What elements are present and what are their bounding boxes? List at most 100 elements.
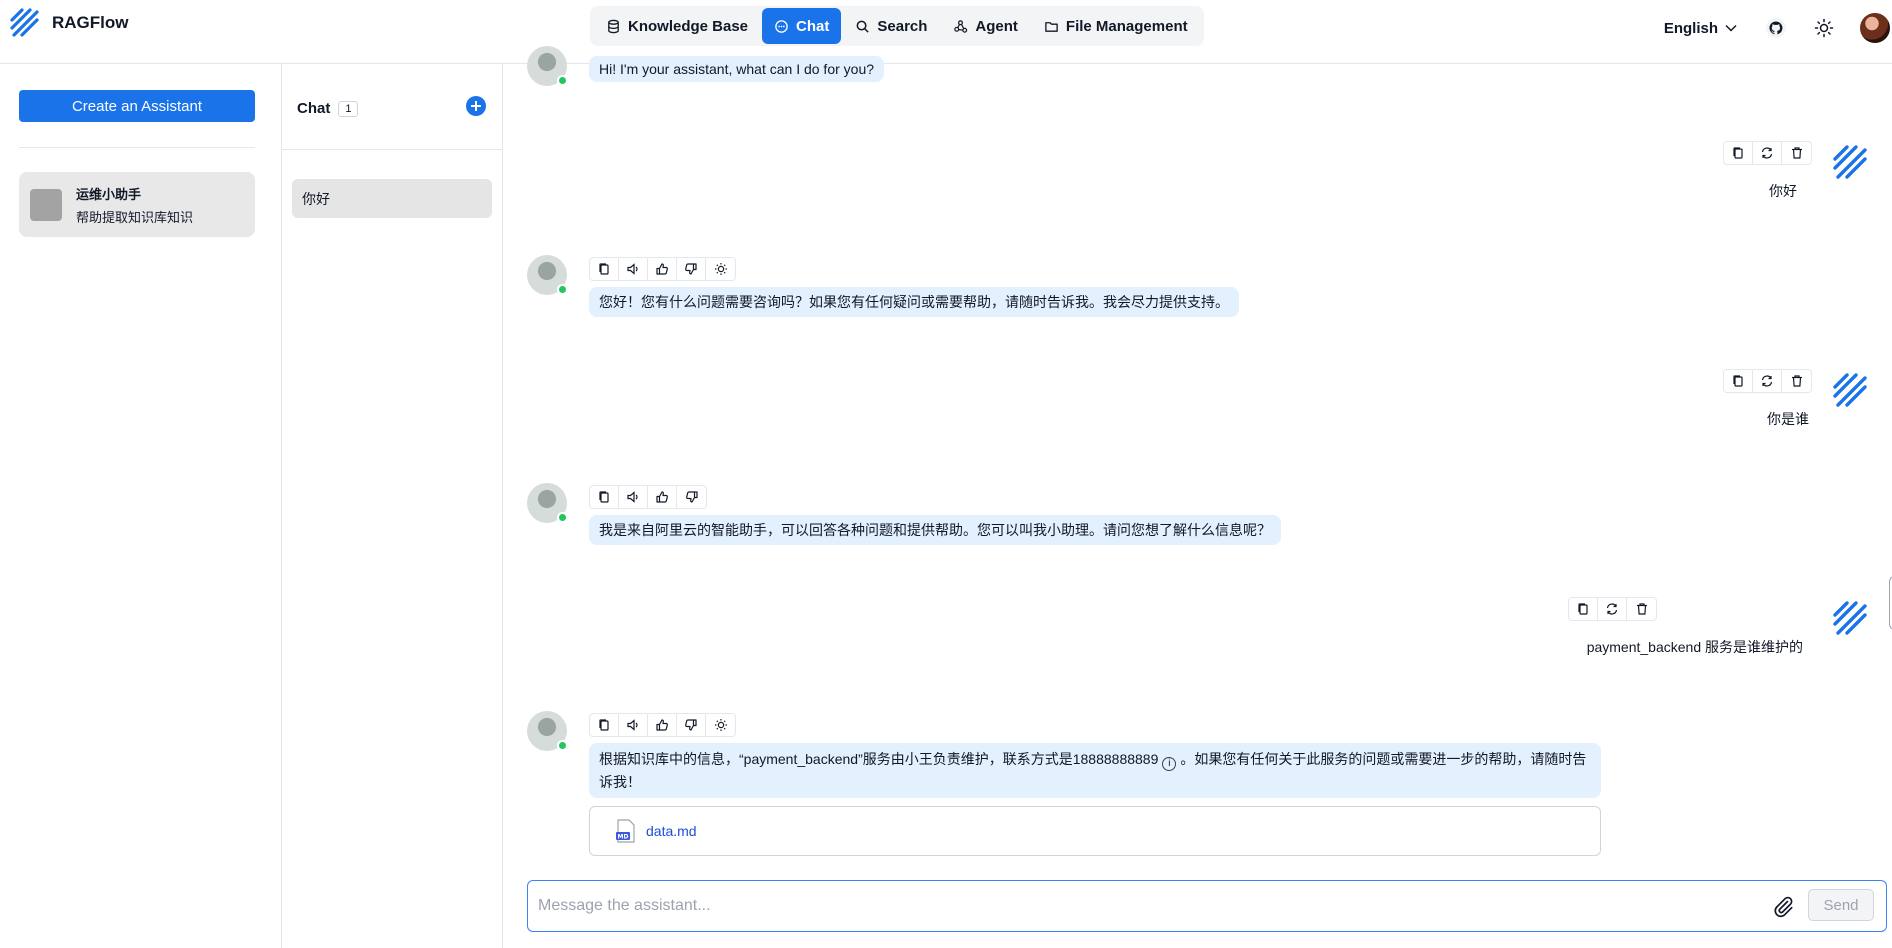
assistant-message: Hi! I'm your assistant, what can I do fo… — [589, 56, 885, 82]
speaker-icon — [627, 263, 638, 275]
nav-file-management[interactable]: File Management — [1032, 8, 1200, 44]
ragflow-logo-icon — [10, 8, 39, 37]
nav-label: Knowledge Base — [628, 17, 749, 35]
user-message: 你是谁 — [1767, 411, 1809, 427]
assistant-avatar — [527, 711, 568, 751]
nav-chat[interactable]: Chat — [762, 8, 842, 44]
user-avatar[interactable] — [1860, 13, 1890, 43]
user-message-actions — [1568, 597, 1657, 621]
refresh-icon — [1761, 147, 1773, 159]
copy-button[interactable] — [1724, 142, 1753, 164]
theme-toggle-button[interactable] — [1812, 16, 1836, 40]
thumbs-down-icon — [685, 719, 697, 731]
chevron-down-icon — [1725, 24, 1737, 32]
nav-knowledge-base[interactable]: Knowledge Base — [594, 8, 760, 44]
copy-icon — [599, 263, 609, 275]
copy-button[interactable] — [1569, 598, 1598, 620]
read-aloud-button[interactable] — [619, 714, 648, 736]
github-button[interactable] — [1764, 16, 1788, 40]
online-indicator — [557, 284, 568, 295]
assistant-message: 我是来自阿里云的智能助手，可以回答各种问题和提供帮助。您可以叫我小助理。请问您想… — [589, 515, 1281, 545]
conversation-item[interactable]: 你好 — [292, 179, 492, 218]
send-button[interactable]: Send — [1808, 889, 1874, 921]
assistant-message: 根据知识库中的信息，“payment_backend”服务由小王负责维护，联系方… — [589, 743, 1601, 798]
thumbs-up-icon — [656, 491, 668, 503]
read-aloud-button[interactable] — [619, 258, 648, 280]
thumbs-up-button[interactable] — [648, 258, 677, 280]
conversation-panel: Chat 1 你好 — [282, 64, 503, 948]
insight-button[interactable] — [706, 714, 735, 736]
agent-graph-icon — [954, 19, 968, 33]
nav-label: Chat — [796, 17, 830, 35]
trash-icon — [1636, 603, 1647, 615]
conversation-count-badge: 1 — [338, 100, 359, 117]
create-assistant-button[interactable]: Create an Assistant — [19, 90, 255, 122]
file-badge: MD — [618, 834, 629, 841]
app-name: RAGFlow — [52, 13, 129, 32]
online-indicator — [557, 512, 568, 523]
language-select[interactable]: English — [1664, 20, 1738, 37]
thumbs-down-button[interactable] — [677, 258, 706, 280]
message-composer: Send — [527, 880, 1887, 932]
thumbs-up-button[interactable] — [648, 714, 677, 736]
copy-icon — [1733, 375, 1743, 387]
thumbs-down-icon — [685, 491, 698, 503]
copy-icon — [1578, 603, 1588, 615]
search-icon — [856, 20, 870, 33]
user-message: 你好 — [1769, 183, 1797, 199]
delete-button[interactable] — [1782, 370, 1811, 392]
reference-file-card[interactable]: MD data.md — [589, 806, 1601, 856]
database-icon — [608, 19, 619, 33]
regenerate-button[interactable] — [1753, 142, 1782, 164]
top-header: RAGFlow Knowledge Base Chat Search Agent… — [0, 0, 1892, 64]
trash-icon — [1791, 375, 1802, 387]
user-message-actions — [1723, 369, 1812, 393]
assistant-avatar — [527, 483, 568, 523]
delete-button[interactable] — [1627, 598, 1656, 620]
speaker-icon — [627, 719, 638, 731]
insight-button[interactable] — [706, 258, 735, 280]
user-message-actions — [1723, 141, 1812, 165]
divider — [19, 147, 255, 148]
markdown-file-icon: MD — [616, 819, 635, 843]
header-actions: English — [1664, 10, 1892, 46]
citation-info-icon[interactable]: i — [1162, 757, 1177, 771]
user-message-avatar-icon — [1833, 601, 1867, 635]
conversation-header: Chat 1 — [282, 64, 502, 150]
refresh-icon — [1606, 603, 1618, 615]
refresh-icon — [1761, 375, 1773, 387]
paperclip-icon[interactable] — [1771, 895, 1795, 919]
copy-button[interactable] — [590, 486, 619, 508]
assistant-card[interactable]: 运维小助手 帮助提取知识库知识 — [19, 172, 255, 237]
assistant-info: 运维小助手 帮助提取知识库知识 — [76, 184, 193, 226]
copy-button[interactable] — [590, 258, 619, 280]
delete-button[interactable] — [1782, 142, 1811, 164]
thumbs-down-button[interactable] — [677, 486, 706, 508]
add-conversation-button[interactable] — [466, 96, 486, 116]
github-icon — [1766, 18, 1786, 38]
thumbs-up-button[interactable] — [648, 486, 677, 508]
user-message-avatar-icon — [1833, 145, 1867, 179]
lightbulb-icon — [714, 719, 727, 731]
read-aloud-button[interactable] — [619, 486, 648, 508]
assistant-message-actions — [589, 485, 707, 509]
copy-button[interactable] — [590, 714, 619, 736]
nav-agent[interactable]: Agent — [941, 8, 1030, 44]
copy-icon — [599, 491, 609, 503]
copy-button[interactable] — [1724, 370, 1753, 392]
thumbs-down-button[interactable] — [677, 714, 706, 736]
regenerate-button[interactable] — [1598, 598, 1627, 620]
nav-search[interactable]: Search — [843, 8, 939, 44]
message-input[interactable] — [538, 893, 1738, 919]
lightbulb-icon — [714, 263, 727, 275]
assistant-avatar — [30, 188, 62, 221]
trash-icon — [1791, 147, 1802, 159]
assistant-message-actions — [589, 257, 736, 281]
main-nav: Knowledge Base Chat Search Agent File Ma… — [590, 6, 1204, 46]
logo[interactable]: RAGFlow — [8, 6, 129, 40]
assistant-message: 您好！您有什么问题需要咨询吗？如果您有任何疑问或需要帮助，请随时告诉我。我会尽力… — [589, 287, 1239, 317]
regenerate-button[interactable] — [1753, 370, 1782, 392]
sun-icon — [1814, 18, 1834, 38]
thumbs-up-icon — [656, 719, 668, 731]
copy-icon — [599, 719, 609, 731]
